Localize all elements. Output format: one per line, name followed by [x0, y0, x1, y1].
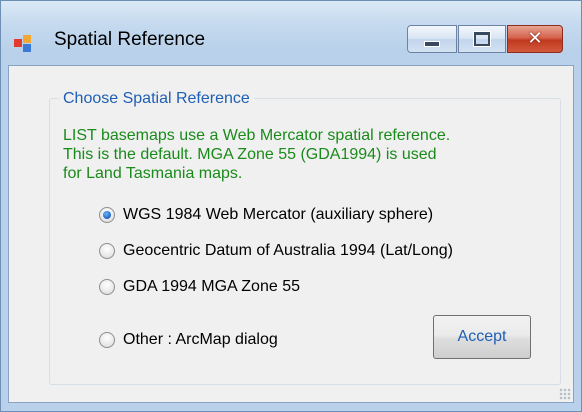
radio-button[interactable]	[99, 279, 115, 295]
radio-other-arcmap-dialog[interactable]: Other : ArcMap dialog	[99, 329, 278, 351]
radio-button[interactable]	[99, 243, 115, 259]
window-title: Spatial Reference	[54, 29, 206, 50]
radio-button[interactable]	[99, 332, 115, 348]
radio-label[interactable]: Geocentric Datum of Australia 1994 (Lat/…	[123, 242, 453, 260]
description-text: LIST basemaps use a Web Mercator spatial…	[63, 127, 451, 182]
group-title: Choose Spatial Reference	[59, 90, 254, 108]
accept-button[interactable]: Accept	[433, 315, 531, 359]
maximize-button[interactable]	[458, 25, 506, 53]
close-icon: ✕	[527, 28, 543, 49]
title-bar[interactable]: Spatial Reference ✕	[1, 1, 581, 53]
radio-button-checked[interactable]	[99, 207, 115, 223]
radio-gda1994-lat-long[interactable]: Geocentric Datum of Australia 1994 (Lat/…	[99, 240, 453, 262]
app-window-icon	[14, 35, 38, 53]
maximize-icon	[474, 32, 490, 46]
radio-label[interactable]: WGS 1984 Web Mercator (auxiliary sphere)	[123, 206, 433, 224]
radio-gda1994-mga-zone55[interactable]: GDA 1994 MGA Zone 55	[99, 276, 300, 298]
dialog-client-area: Choose Spatial Reference LIST basemaps u…	[8, 65, 574, 403]
close-button[interactable]: ✕	[507, 25, 563, 53]
resize-grip-icon[interactable]	[559, 388, 571, 400]
radio-wgs1984-web-mercator[interactable]: WGS 1984 Web Mercator (auxiliary sphere)	[99, 204, 433, 226]
radio-label[interactable]: Other : ArcMap dialog	[123, 331, 278, 349]
minimize-icon	[424, 41, 440, 47]
radio-label[interactable]: GDA 1994 MGA Zone 55	[123, 278, 300, 296]
minimize-button[interactable]	[407, 25, 457, 53]
dialog-window: Spatial Reference ✕ Choose Spatial Refer…	[0, 0, 582, 412]
